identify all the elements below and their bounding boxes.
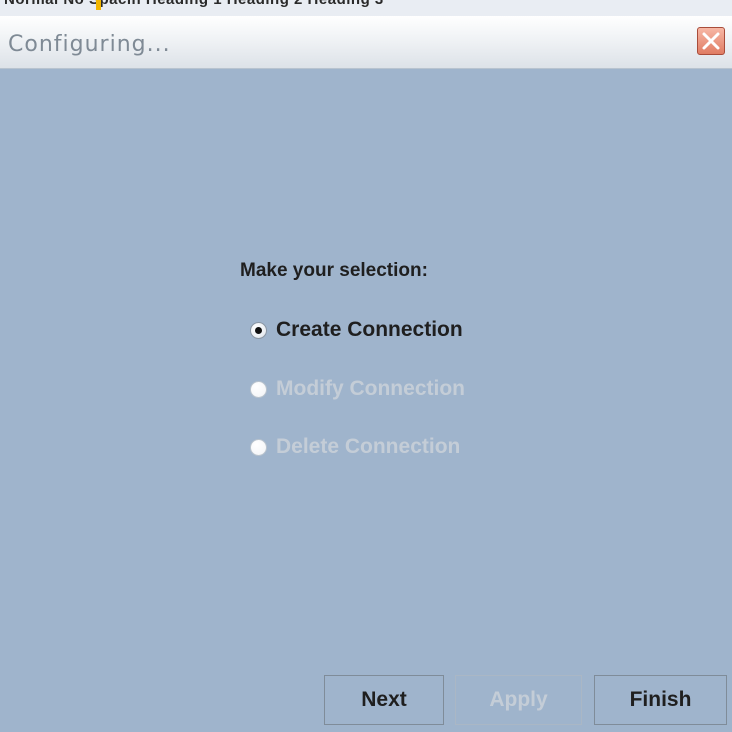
window-title: Configuring... (8, 32, 171, 57)
next-button[interactable]: Next (324, 675, 444, 725)
radio-modify-connection[interactable] (250, 380, 267, 398)
title-bar: Configuring... (0, 16, 732, 69)
finish-button[interactable]: Finish (594, 675, 727, 725)
option-label: Delete Connection (276, 435, 461, 458)
close-icon (702, 32, 720, 50)
dialog-content: Make your selection: Create Connection M… (8, 69, 732, 732)
radio-delete-connection[interactable] (250, 438, 267, 456)
radio-create-connection[interactable] (250, 321, 267, 339)
option-create-connection[interactable]: Create Connection (250, 317, 463, 343)
radio-selected-dot (255, 326, 262, 334)
background-app-text: Normal No Spacin Heading 1 Heading 2 Hea… (4, 0, 384, 8)
selection-prompt: Make your selection: (240, 260, 428, 281)
background-style-marker (96, 0, 101, 10)
option-label: Modify Connection (276, 377, 465, 400)
option-modify-connection[interactable]: Modify Connection (250, 376, 465, 402)
background-app-strip: Normal No Spacin Heading 1 Heading 2 Hea… (0, 0, 732, 16)
option-label: Create Connection (276, 318, 463, 341)
close-button[interactable] (697, 27, 725, 55)
apply-button[interactable]: Apply (455, 675, 582, 725)
option-delete-connection[interactable]: Delete Connection (250, 434, 460, 460)
configuring-dialog: Configuring... Make your selection: Crea… (0, 16, 732, 732)
